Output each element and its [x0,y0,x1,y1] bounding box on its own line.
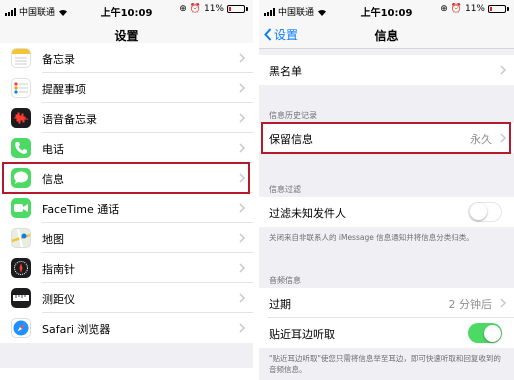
highlight-frame [2,162,250,194]
section-header-audio: 音频信息 [269,276,301,285]
status-bar: 中国联通 上午10:09 ⊕ ⏰ 11% [259,0,514,20]
chevron-right-icon [239,233,245,243]
blocked-row[interactable]: 黑名单 [259,55,514,85]
navigation-bar: 设置 信息 [259,20,514,49]
battery-percent: 11% [464,4,485,14]
compass-icon [11,258,31,278]
settings-row-label: 提醒事项 [42,83,86,96]
settings-row-label: 指南针 [42,263,75,276]
safari-icon [11,318,31,338]
settings-row-partial[interactable] [0,368,253,380]
orientation-lock-icon: ⊕ [440,4,448,14]
settings-row-label: 语音备忘录 [42,113,97,126]
chevron-right-icon [239,293,245,303]
settings-row-safari[interactable]: Safari 浏览器 [0,313,253,343]
battery-icon [227,5,245,13]
raise-to-listen-toggle[interactable] [468,323,502,343]
filter-footnote: 关闭来自非联系人的 iMessage 信息通知并将信息分类归类。 [269,233,474,242]
messages-settings-screen: 中国联通 上午10:09 ⊕ ⏰ 11% 设置 信息 黑名单 信息历史记录 保留… [259,0,514,380]
settings-row-label: 地图 [42,233,64,246]
section-header-history: 信息历史记录 [269,111,317,120]
settings-row-compass[interactable]: 指南针 [0,253,253,283]
facetime-icon [11,198,31,218]
expire-value: 2 分钟后 [448,298,493,311]
settings-screen: 中国联通 上午10:09 ⊕ ⏰ 11% 设置 备忘录 提醒事项 语音备忘录 电… [0,0,253,380]
section-header-filtering: 信息过滤 [269,185,301,194]
page-title: 设置 [114,29,139,43]
raise-footnote: "贴近耳边听取"使您只需将信息举至耳边，即可快速听取和回复收到的音频信息。 [269,354,501,374]
alarm-icon: ⏰ [189,4,201,14]
page-title: 信息 [374,29,399,43]
battery-percent: 11% [203,4,224,14]
chevron-right-icon [239,83,245,93]
highlight-frame [261,122,511,154]
chevron-right-icon [239,263,245,273]
raise-to-listen-label: 贴近耳边听取 [269,328,335,341]
chevron-right-icon [239,53,245,63]
filter-unknown-label: 过滤未知发件人 [269,207,346,220]
measure-icon [11,288,31,308]
settings-row-phone[interactable]: 电话 [0,133,253,163]
chevron-right-icon [239,113,245,123]
settings-row-voice-memos[interactable]: 语音备忘录 [0,103,253,133]
settings-row-label: 测距仪 [42,293,75,306]
settings-row-label: 电话 [42,143,64,156]
settings-row-maps[interactable]: 地图 [0,223,253,253]
chevron-right-icon [500,65,506,75]
reminders-icon [11,78,31,98]
chevron-right-icon [239,323,245,333]
orientation-lock-icon: ⊕ [179,4,187,14]
expire-row[interactable]: 过期 2 分钟后 [259,288,514,318]
settings-row-notes[interactable]: 备忘录 [0,43,253,73]
filter-unknown-row: 过滤未知发件人 [259,197,514,227]
phone-icon [11,138,31,158]
expire-label: 过期 [269,298,291,311]
alarm-icon: ⏰ [450,4,462,14]
battery-icon [488,5,506,13]
settings-row-facetime[interactable]: FaceTime 通话 [0,193,253,223]
maps-icon [11,228,31,248]
filter-unknown-toggle[interactable] [468,202,502,222]
chevron-right-icon [239,143,245,153]
settings-row-label: Safari 浏览器 [42,323,111,336]
settings-row-label: FaceTime 通话 [42,203,120,216]
chevron-right-icon [239,203,245,213]
settings-row-measure[interactable]: 测距仪 [0,283,253,313]
blocked-label: 黑名单 [269,65,302,78]
chevron-right-icon [500,298,506,308]
settings-row-reminders[interactable]: 提醒事项 [0,73,253,103]
notes-icon [11,48,31,68]
settings-row-label: 备忘录 [42,53,75,66]
status-bar: 中国联通 上午10:09 ⊕ ⏰ 11% [0,0,253,20]
voice-memos-icon [11,108,31,128]
raise-to-listen-row: 贴近耳边听取 [259,318,514,348]
